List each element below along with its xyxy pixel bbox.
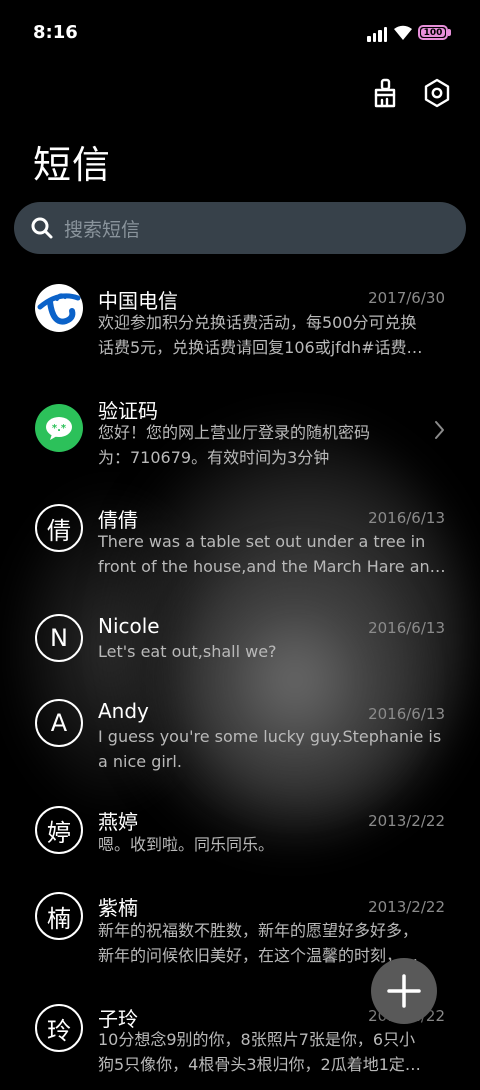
conversation-name: Andy xyxy=(98,699,149,723)
conversation-item[interactable]: 中国电信 2017/6/30 欢迎参加积分兑换话费活动，每500分可兑换 话费5元… xyxy=(0,272,480,372)
avatar: N xyxy=(35,614,83,662)
conversation-name: 燕婷 xyxy=(98,810,138,834)
battery-icon: 100 xyxy=(418,25,448,40)
conversation-preview: 您好！您的网上营业厅登录的随机密码 为：710679。有效时间为3分钟 xyxy=(98,423,371,467)
header-actions xyxy=(368,76,454,110)
conversation-item[interactable]: *.* 验证码 您好！您的网上营业厅登录的随机密码 为：710679。有效时间为3… xyxy=(0,382,480,482)
battery-level: 100 xyxy=(421,28,445,38)
conversation-date: 2013/2/22 xyxy=(368,898,445,916)
avatar: A xyxy=(35,699,83,747)
conversation-name: Nicole xyxy=(98,614,160,638)
conversation-date: 2016/6/13 xyxy=(368,509,445,527)
conversation-item[interactable]: 婷 燕婷 2013/2/22 嗯。收到啦。同乐同乐。 xyxy=(0,796,480,876)
gear-icon xyxy=(424,78,450,108)
avatar: 倩 xyxy=(35,504,83,552)
status-bar: 8:16 100 xyxy=(0,0,480,66)
signal-icon xyxy=(367,26,387,42)
svg-text:*.*: *.* xyxy=(52,423,67,434)
conversation-date: 2013/2/22 xyxy=(368,812,445,830)
conversation-item[interactable]: 倩 倩倩 2016/6/13 There was a table set out… xyxy=(0,492,480,592)
avatar: 楠 xyxy=(35,892,83,940)
wifi-icon xyxy=(394,25,412,40)
search-bar[interactable]: 搜索短信 xyxy=(14,202,466,254)
conversation-preview: 10分想念9别的你，8张照片7张是你，6只小 狗5只像你，4根骨头3根归你，2瓜着… xyxy=(98,1030,421,1074)
message-bubble-icon: *.* xyxy=(35,404,83,452)
status-time: 8:16 xyxy=(33,22,78,43)
search-icon xyxy=(31,217,53,239)
settings-button[interactable] xyxy=(420,76,454,110)
page-title: 短信 xyxy=(33,143,112,187)
conversation-preview: Let's eat out,shall we? xyxy=(98,642,277,661)
conversation-name: 紫楠 xyxy=(98,896,138,920)
avatar: 玲 xyxy=(35,1004,83,1052)
china-telecom-logo-icon xyxy=(35,284,83,332)
search-placeholder: 搜索短信 xyxy=(64,218,141,241)
plus-icon xyxy=(387,974,421,1008)
conversation-item[interactable]: N Nicole 2016/6/13 Let's eat out,shall w… xyxy=(0,602,480,682)
conversation-date: 2016/6/13 xyxy=(368,619,445,637)
avatar: 婷 xyxy=(35,806,83,854)
conversation-preview: 嗯。收到啦。同乐同乐。 xyxy=(98,835,275,854)
conversation-preview: I guess you're some lucky guy.Stephanie … xyxy=(98,727,442,771)
conversation-item[interactable]: A Andy 2016/6/13 I guess you're some luc… xyxy=(0,688,480,788)
conversation-date: 2017/6/30 xyxy=(368,289,445,307)
chevron-right-icon xyxy=(435,421,444,439)
clean-button[interactable] xyxy=(368,76,402,110)
conversation-date: 2016/6/13 xyxy=(368,705,445,723)
conversation-preview: 欢迎参加积分兑换话费活动，每500分可兑换 话费5元，兑换话费请回复106或jfd… xyxy=(98,313,423,357)
conversation-preview: There was a table set out under a tree i… xyxy=(98,532,446,576)
compose-button[interactable] xyxy=(371,958,437,1024)
broom-icon xyxy=(374,78,396,108)
